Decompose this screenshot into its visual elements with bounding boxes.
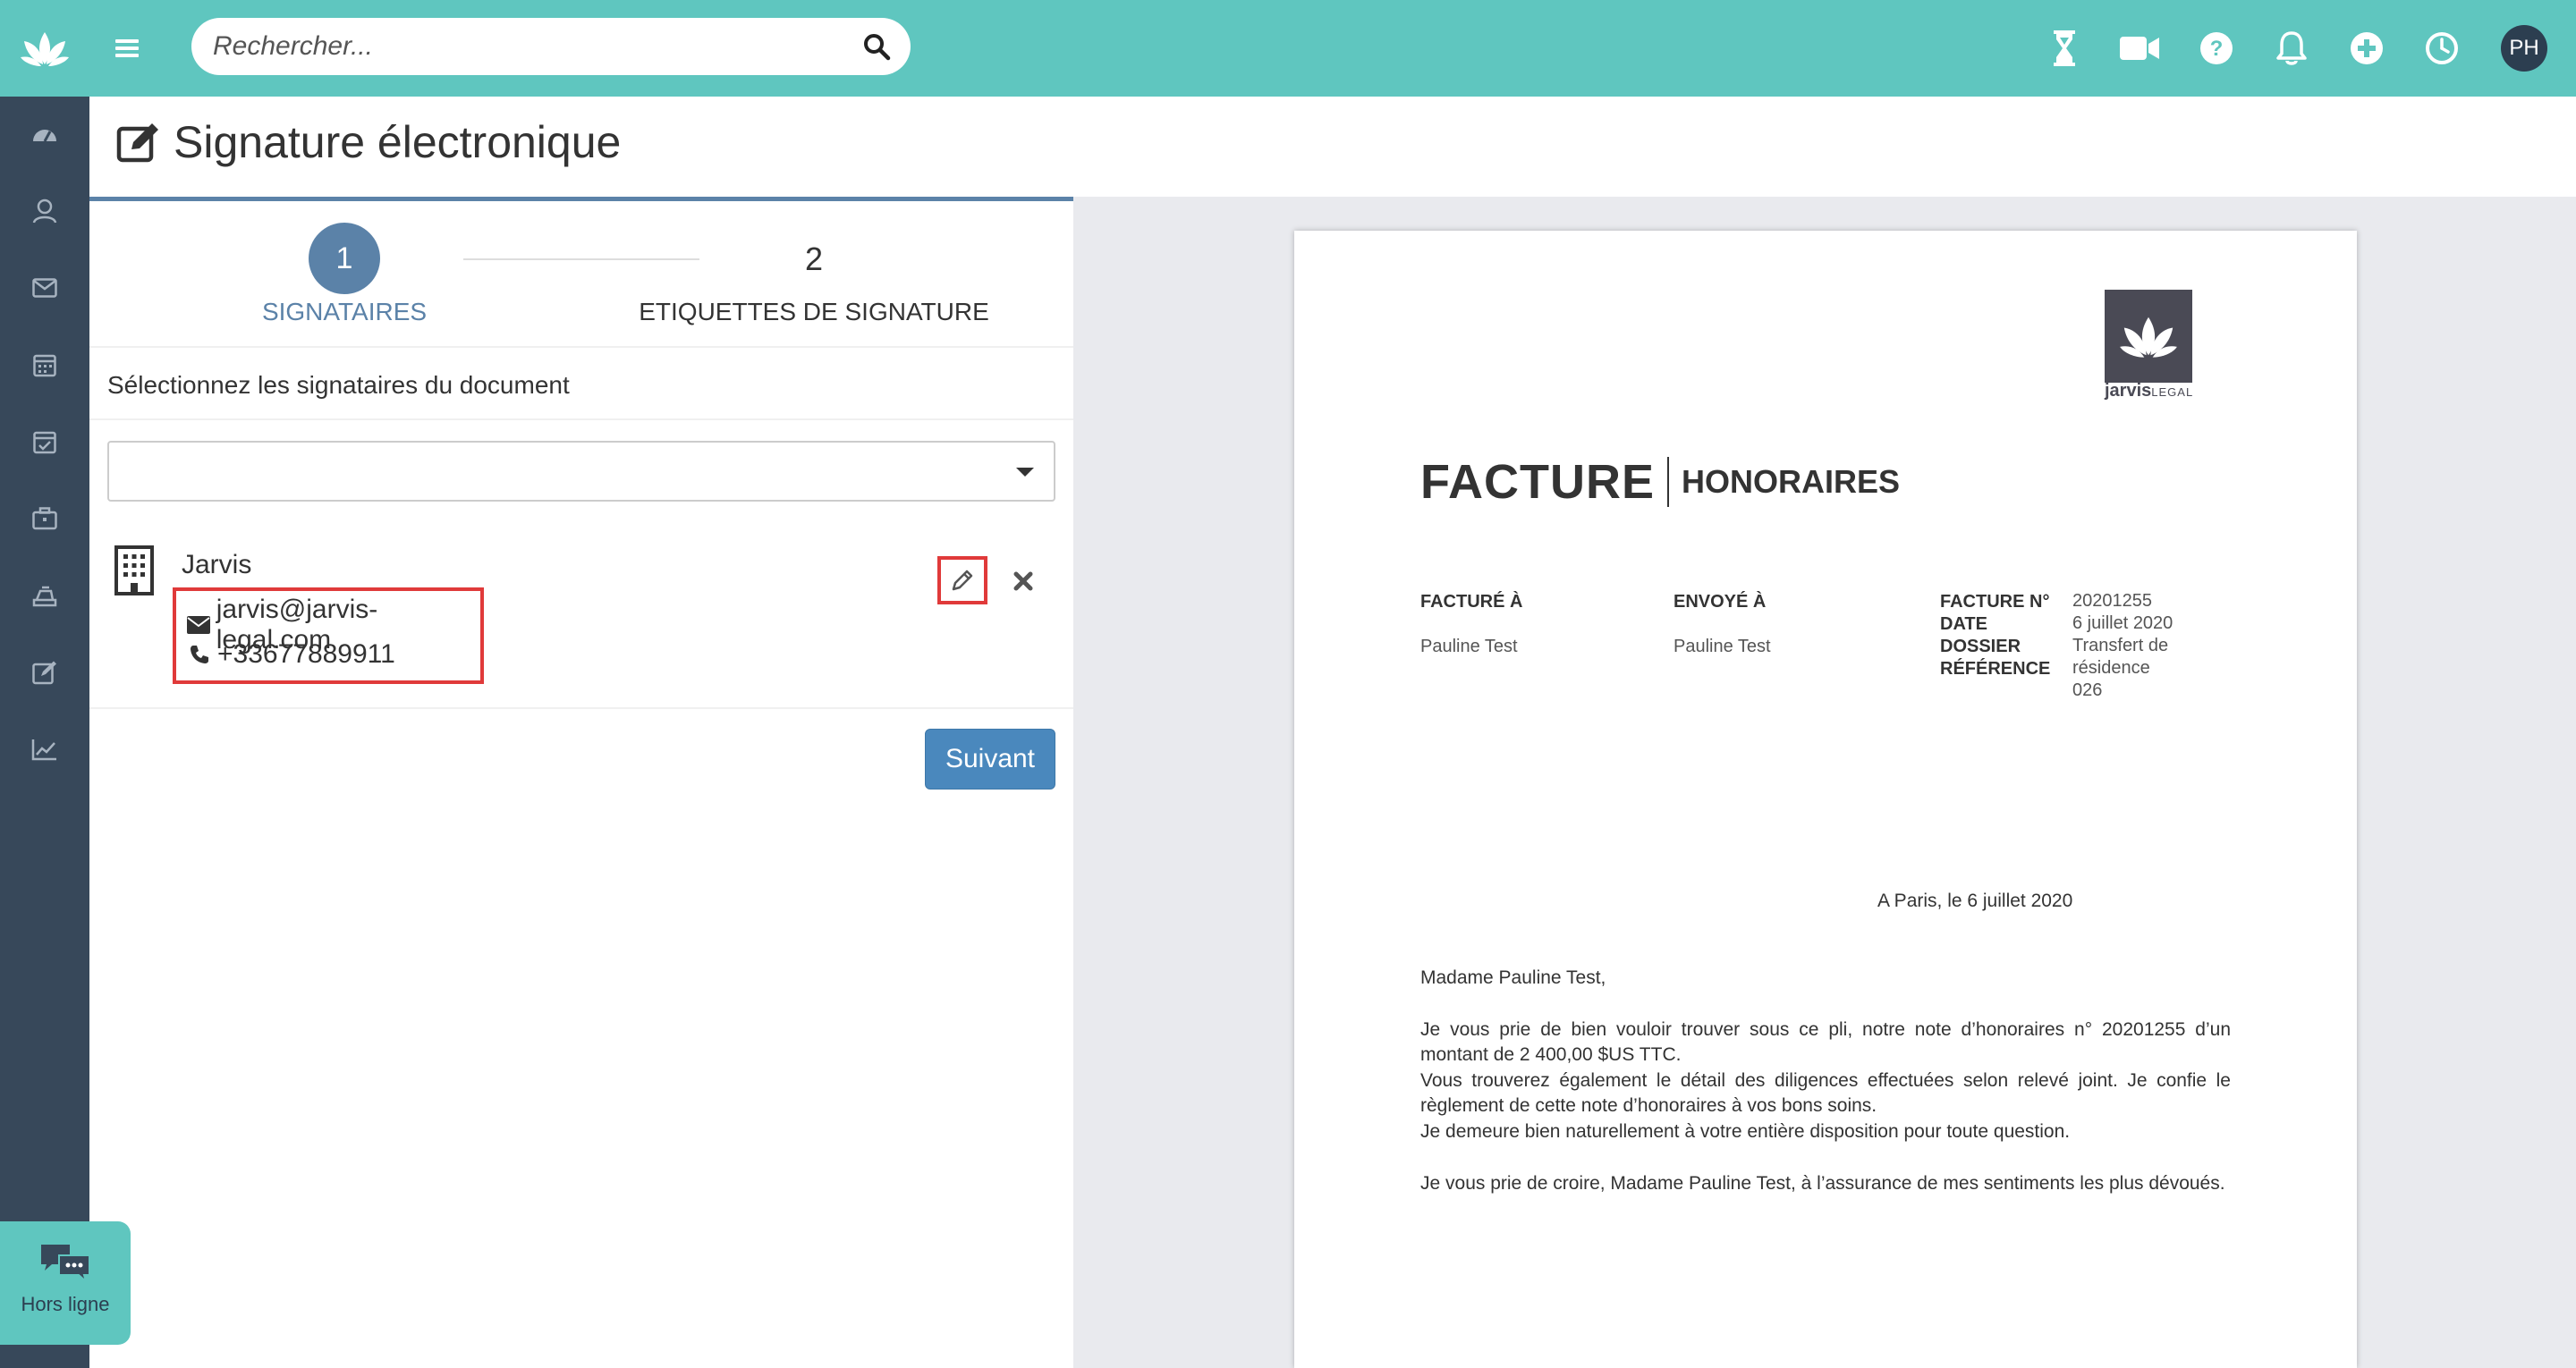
dashboard-icon [33,130,56,142]
chat-status: Hors ligne [21,1293,110,1315]
edit-document-icon [116,123,158,163]
tasks-icon [33,431,56,454]
pencil-icon [952,570,973,591]
letter-paragraph: Je vous prie de bien vouloir trouver sou… [1420,1019,2231,1065]
sidebar-item-billing[interactable] [27,578,63,613]
app-logo[interactable] [0,0,89,97]
edit-signer-button[interactable] [937,556,987,604]
step-2-indicator[interactable]: 2 [796,241,832,278]
date-value: 6 juillet 2020 [2072,613,2174,633]
signer-name: Jarvis [182,550,252,579]
letter-date: A Paris, le 6 juillet 2020 [1877,891,2073,911]
step-1-label[interactable]: SIGNATAIRES [197,298,492,326]
file-value-line-3: 026 [2072,680,2103,700]
document-logo-text: jarvisLEGAL [2105,381,2194,401]
step-2-label[interactable]: ETIQUETTES DE SIGNATURE [626,298,1002,326]
sidebar-item-mail[interactable] [27,270,63,306]
jarvis-logo-icon [21,32,69,66]
file-value-line-1: Transfert de [2072,636,2169,655]
signers-prompt: Sélectionnez les signataires du document [107,371,570,399]
invoice-title-sub: HONORAIRES [1682,463,1901,500]
hourglass-button[interactable] [2043,27,2086,70]
reference-label: RÉFÉRENCE [1940,659,2051,679]
help-icon: ? [2200,32,2233,64]
title-separator [1667,457,1669,507]
briefcase-icon [32,507,57,530]
document-logo [2105,290,2192,383]
step-1-indicator[interactable]: 1 [309,223,380,294]
next-button[interactable]: Suivant [925,729,1055,790]
remove-signer-button[interactable] [1005,563,1041,599]
billed-to-value: Pauline Test [1420,637,1518,656]
sent-to-label: ENVOYÉ À [1674,592,1767,612]
video-call-button[interactable] [2118,27,2161,70]
notifications-button[interactable] [2270,27,2313,70]
signature-wizard-panel: 1 2 SIGNATAIRES ETIQUETTES DE SIGNATURE … [89,197,1073,1368]
sent-to-value: Pauline Test [1674,637,1771,656]
clock-icon [2426,32,2458,64]
mail-icon [32,278,57,298]
top-bar: ? PH [0,0,2576,97]
signature-icon [32,661,56,685]
signer-phone: +33677889911 [217,639,395,669]
sidebar-item-contacts[interactable] [27,193,63,229]
chat-bubbles-icon [41,1245,90,1284]
page-title: Signature électronique [174,117,622,167]
signer-phone-row: +33677889911 [187,639,395,670]
sidebar-item-cases[interactable] [27,501,63,536]
sidebar-item-calendar[interactable] [27,347,63,383]
hourglass-icon [2054,30,2075,66]
bell-icon [2276,31,2307,65]
file-label: DOSSIER [1940,637,2021,656]
menu-toggle-button[interactable] [109,30,145,66]
invoice-title-main: FACTURE [1420,455,1655,509]
video-camera-icon [2120,37,2159,60]
envelope-icon [187,612,211,638]
contacts-icon [32,198,57,224]
divider [89,707,1073,709]
step-connector [463,258,699,260]
search-input[interactable] [213,18,839,75]
letter-paragraph: Je vous prie de croire, Madame Pauline T… [1420,1173,2225,1194]
svg-text:?: ? [2210,37,2224,61]
date-label: DATE [1940,614,1987,634]
jarvis-logo-icon [2120,317,2177,358]
chat-widget[interactable]: Hors ligne [0,1221,131,1345]
letter-paragraph: Je demeure bien naturellement à votre en… [1420,1121,2071,1142]
letter-salutation: Madame Pauline Test, [1420,967,1606,988]
hamburger-icon [115,39,139,57]
divider [89,346,1073,348]
page-header: Signature électronique [116,116,621,168]
reports-icon [31,739,56,761]
invoice-number-label: FACTURE N° [1940,592,2050,612]
signer-contact-highlight: jarvis@jarvis-legal.com +33677889911 [173,587,484,684]
sidebar-item-dashboard[interactable] [27,116,63,152]
history-button[interactable] [2420,27,2463,70]
help-button[interactable]: ? [2195,27,2238,70]
invoice-number-value: 20201255 [2072,591,2152,611]
billing-icon [32,586,57,607]
building-icon [114,545,154,595]
user-avatar[interactable]: PH [2501,25,2547,72]
sidebar-item-signature[interactable] [27,654,63,690]
plus-circle-icon [2351,32,2383,64]
letter-paragraph: Vous trouverez également le détail des d… [1420,1070,2231,1116]
phone-icon [187,642,212,667]
sidebar [0,97,89,1368]
calendar-icon [33,354,56,377]
file-value-line-2: résidence [2072,658,2150,678]
document-page[interactable]: jarvisLEGAL FACTURE HONORAIRES FACTURÉ À… [1294,231,2357,1368]
invoice-title: FACTURE HONORAIRES [1420,454,1900,510]
close-icon [1013,571,1033,591]
divider [89,418,1073,420]
signer-select[interactable] [107,441,1055,502]
search-icon[interactable] [862,32,891,61]
sidebar-item-reports[interactable] [27,731,63,767]
search-bar [191,18,911,75]
billed-to-label: FACTURÉ À [1420,592,1523,612]
add-button[interactable] [2345,27,2388,70]
caret-down-icon [1016,468,1034,477]
sidebar-item-tasks[interactable] [27,424,63,460]
